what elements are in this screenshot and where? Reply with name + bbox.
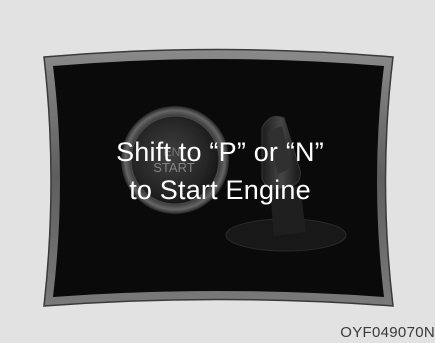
warning-message: Shift to “P” or “N” to Start Engine xyxy=(60,133,380,209)
cluster-display-illustration: EN START Shift to “P” or “N” to Start En… xyxy=(0,0,435,343)
figure-code: OYF049070N xyxy=(340,324,435,341)
message-line-2: to Start Engine xyxy=(129,175,311,205)
message-line-1: Shift to “P” or “N” xyxy=(116,137,324,167)
